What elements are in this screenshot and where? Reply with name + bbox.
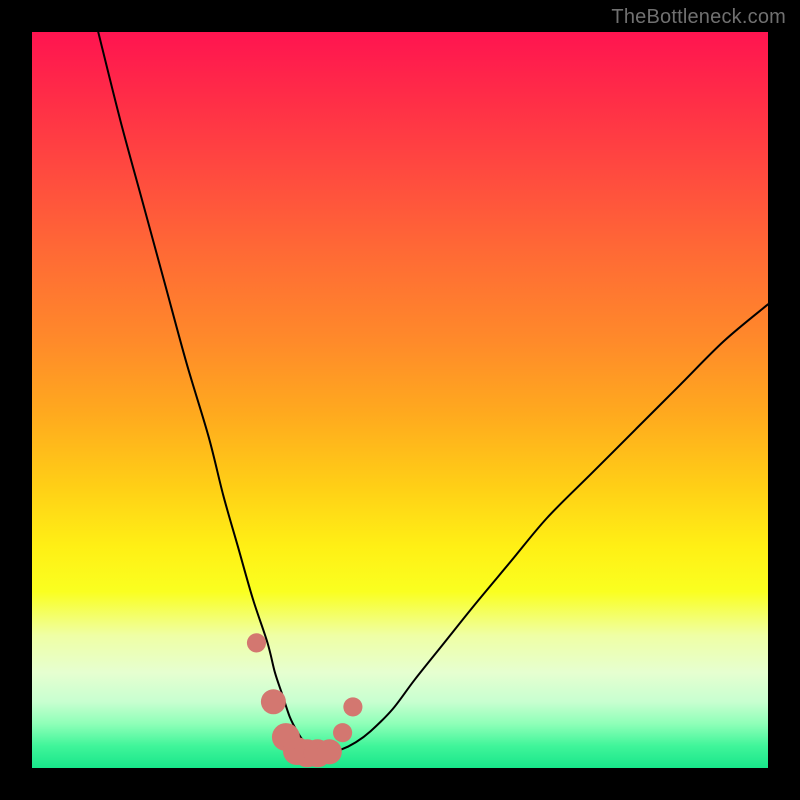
marker-dot [333, 723, 352, 742]
bottleneck-chart [32, 32, 768, 768]
marker-dot [343, 697, 362, 716]
chart-area [32, 32, 768, 768]
marker-dot [317, 739, 342, 764]
bottleneck-curve [98, 32, 768, 754]
watermark-label: TheBottleneck.com [611, 6, 786, 29]
outer-frame: TheBottleneck.com [0, 0, 800, 800]
marker-dot [261, 689, 286, 714]
marker-dot [247, 633, 266, 652]
